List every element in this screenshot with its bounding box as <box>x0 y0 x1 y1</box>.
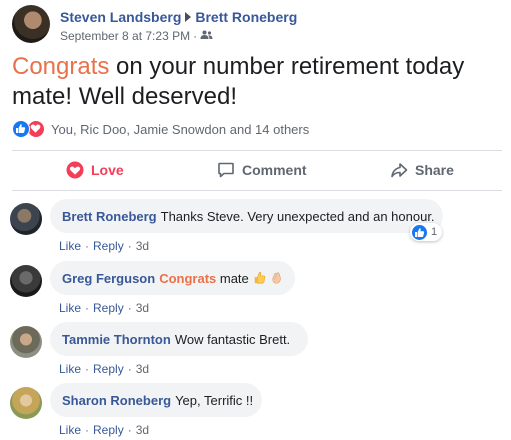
comment-time[interactable]: 3d <box>136 423 149 437</box>
comment-icon <box>218 162 234 178</box>
post-header-names: Steven Landsberg Brett Roneberg <box>60 9 297 25</box>
comment-reaction-count: 1 <box>431 226 438 238</box>
love-button[interactable]: Love <box>66 151 124 189</box>
love-button-label: Love <box>91 162 124 178</box>
commenter-avatar[interactable] <box>10 265 42 297</box>
thumbs-up-emoji <box>254 271 265 283</box>
commenter-name[interactable]: Greg Ferguson <box>62 271 155 286</box>
comment-button[interactable]: Comment <box>217 151 307 189</box>
comment-bubble: Brett Roneberg Thanks Steve. Very unexpe… <box>50 199 443 233</box>
post-text: Congrats on your number retirement today… <box>12 52 502 112</box>
commenter-name[interactable]: Tammie Thornton <box>62 332 171 347</box>
comment-like-link[interactable]: Like <box>59 301 81 315</box>
comment-reply-link[interactable]: Reply <box>93 239 124 253</box>
post-header: Steven Landsberg Brett Roneberg September… <box>12 5 502 45</box>
comment-button-label: Comment <box>242 162 307 178</box>
triangle-right-icon <box>185 12 192 23</box>
comment-actions: Like · Reply · 3d <box>59 239 150 253</box>
comment-reply-link[interactable]: Reply <box>93 301 124 315</box>
commenter-name[interactable]: Brett Roneberg <box>62 209 157 224</box>
author-name-link[interactable]: Steven Landsberg <box>60 9 181 25</box>
recipient-name-link[interactable]: Brett Roneberg <box>195 9 297 25</box>
comment-bubble: Sharon Roneberg Yep, Terrific !! <box>50 383 262 417</box>
comment-like-link[interactable]: Like <box>59 362 81 376</box>
post-actions: Love Comment Share <box>12 151 502 189</box>
comment-bubble: Tammie Thornton Wow fantastic Brett. <box>50 322 308 356</box>
friends-icon[interactable] <box>200 29 213 43</box>
comment-actions: Like · Reply · 3d <box>59 362 150 376</box>
comment-reply-link[interactable]: Reply <box>93 362 124 376</box>
post-timestamp[interactable]: September 8 at 7:23 PM <box>60 29 190 43</box>
comment-time[interactable]: 3d <box>136 362 149 376</box>
love-button-icon <box>66 161 84 179</box>
like-icon <box>412 224 427 240</box>
commenter-avatar[interactable] <box>10 203 42 235</box>
comment-like-link[interactable]: Like <box>59 239 81 253</box>
comment-item: Tammie Thornton Wow fantastic Brett. Lik… <box>10 322 500 378</box>
comment-time[interactable]: 3d <box>136 239 149 253</box>
comment-bubble: Greg Ferguson Congrats mate <box>50 261 295 295</box>
comment-actions: Like · Reply · 3d <box>59 423 150 437</box>
comment-text: Congrats mate <box>159 271 249 286</box>
author-avatar[interactable] <box>12 5 50 43</box>
comment-text-highlight[interactable]: Congrats <box>159 271 216 286</box>
reactions-bar[interactable]: You, Ric Doo, Jamie Snowdon and 14 other… <box>12 120 502 140</box>
commenter-avatar[interactable] <box>10 326 42 358</box>
share-icon <box>391 163 408 178</box>
like-icon <box>12 120 30 138</box>
divider <box>12 190 502 191</box>
post-meta: September 8 at 7:23 PM · <box>60 29 213 44</box>
comment-item: Greg Ferguson Congrats mate Like · Reply · 3… <box>10 261 500 317</box>
reactions-summary[interactable]: You, Ric Doo, Jamie Snowdon and 14 other… <box>51 122 309 137</box>
comment-item: Sharon Roneberg Yep, Terrific !! Like · Re… <box>10 383 500 439</box>
post-text-highlight[interactable]: Congrats <box>12 53 109 80</box>
comment-text: Yep, Terrific !! <box>175 392 254 408</box>
clapping-hands-emoji <box>272 271 281 283</box>
comment-text-body: mate <box>216 270 249 286</box>
comment-item: Brett Roneberg Thanks Steve. Very unexpe… <box>10 199 500 255</box>
comment-actions: Like · Reply · 3d <box>59 301 150 315</box>
commenter-name[interactable]: Sharon Roneberg <box>62 393 171 408</box>
comment-like-link[interactable]: Like <box>59 423 81 437</box>
commenter-avatar[interactable] <box>10 387 42 419</box>
meta-separator: · <box>193 29 198 43</box>
comment-text: Wow fantastic Brett. <box>174 331 291 347</box>
comment-time[interactable]: 3d <box>136 301 149 315</box>
share-button[interactable]: Share <box>390 151 454 189</box>
comment-reply-link[interactable]: Reply <box>93 423 124 437</box>
comment-reaction-badge[interactable]: 1 <box>410 223 443 241</box>
share-button-label: Share <box>415 162 454 178</box>
comment-text: Thanks Steve. Very unexpected and an hon… <box>160 208 435 224</box>
